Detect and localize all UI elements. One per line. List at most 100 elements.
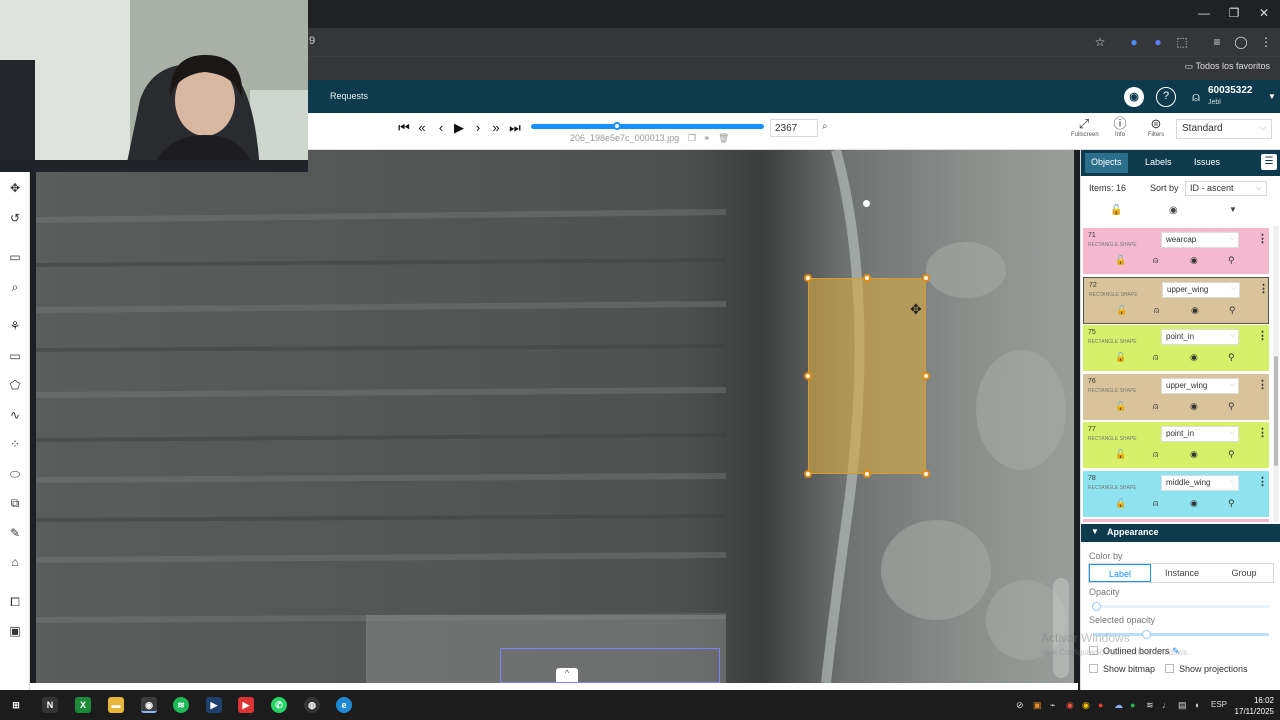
user-id[interactable]: 60035322 — [1208, 85, 1253, 96]
network-icon[interactable]: ▤ — [1178, 700, 1187, 711]
tray-icon[interactable]: ◉ — [1082, 700, 1090, 711]
fast-forward-icon[interactable]: » — [488, 119, 504, 137]
lock-icon[interactable]: 🔓 — [1115, 401, 1126, 412]
opacity-slider[interactable] — [1093, 605, 1269, 608]
eye-icon[interactable]: ◉ — [1191, 305, 1199, 316]
lock-all-icon[interactable]: 🔓 — [1110, 205, 1122, 216]
object-item[interactable]: 71 RECTANGLE SHAPE wearcap ⌵ ⋮ 🔓 ⍝ ◉ ⚲ — [1083, 228, 1269, 275]
eye-icon[interactable]: ◉ — [1190, 498, 1198, 509]
pin-icon[interactable]: ⚲ — [1228, 352, 1235, 363]
eye-icon[interactable]: ◉ — [1190, 401, 1198, 412]
tab-objects[interactable]: Objects — [1085, 153, 1128, 173]
spotify-icon[interactable]: ≋ — [173, 697, 189, 713]
eye-icon[interactable]: ◉ — [1190, 255, 1198, 266]
annotation-canvas[interactable]: ✥ ^ — [36, 150, 1074, 683]
tray-icon[interactable]: ☁ — [1114, 700, 1123, 711]
rotation-handle[interactable] — [863, 200, 870, 207]
cursor-move-icon[interactable]: ✥ — [5, 179, 25, 197]
media-icon[interactable]: ≡ — [1209, 34, 1225, 50]
profile-icon[interactable]: ◯ — [1233, 34, 1249, 50]
zoom-region-icon[interactable]: ⌕ — [5, 278, 25, 296]
object-item[interactable]: 76 RECTANGLE SHAPE upper_wing ⌵ ⋮ 🔓 ⍝ ◉ ⚲ — [1083, 373, 1269, 421]
points-icon[interactable]: ⁘ — [5, 435, 25, 453]
object-item[interactable]: 77 RECTANGLE SHAPE point_in ⌵ ⋮ 🔓 ⍝ ◉ ⚲ — [1083, 422, 1269, 469]
pin-icon[interactable]: ⚲ — [1228, 498, 1235, 509]
filters-button[interactable]: ⊜ Filters — [1143, 116, 1169, 138]
rectangle-icon[interactable]: ▭ — [5, 347, 25, 365]
polygon-icon[interactable]: ⬠ — [5, 376, 25, 394]
search-icon[interactable]: ⌕ — [822, 121, 828, 132]
selected-opacity-slider-handle[interactable] — [1142, 630, 1151, 639]
windows-start-icon[interactable]: ⊞ — [8, 697, 24, 713]
video-app-icon[interactable]: ▶ — [238, 697, 254, 713]
wifi-icon[interactable]: ≋ — [1146, 700, 1154, 711]
show-projections-checkbox[interactable]: Show projections — [1165, 664, 1248, 674]
puzzle-icon[interactable]: ⬚ — [1174, 34, 1190, 50]
pin-icon[interactable]: ⚲ — [1228, 449, 1235, 460]
object-label-select[interactable]: point_in ⌵ — [1161, 426, 1239, 442]
play-icon[interactable]: ▶ — [451, 119, 467, 137]
user-icon[interactable]: ⍝ — [1154, 305, 1159, 316]
object-item[interactable]: 72 RECTANGLE SHAPE upper_wing ⌵ ⋮ 🔓 ⍝ ◉ ⚲ — [1083, 276, 1269, 324]
fast-back-icon[interactable]: « — [414, 119, 430, 137]
lock-icon[interactable]: 🔓 — [1115, 498, 1126, 509]
selected-bounding-box[interactable] — [808, 278, 926, 474]
menu-icon[interactable]: ⋮ — [1258, 34, 1274, 50]
frame-number-input[interactable] — [770, 119, 818, 137]
delete-icon[interactable]: 🗑 — [718, 133, 729, 144]
tray-icon[interactable]: ● — [1098, 700, 1103, 710]
tray-icon[interactable]: ⊘ — [1016, 700, 1024, 711]
cuboid-icon[interactable]: ⧉ — [5, 494, 25, 512]
user-icon[interactable]: ⍝ — [1153, 401, 1158, 412]
eye-icon[interactable]: ◉ — [1190, 352, 1198, 363]
first-frame-icon[interactable]: ⏮ — [396, 119, 412, 137]
more-options-icon[interactable]: ⋮ — [1257, 378, 1268, 391]
opacity-slider-handle[interactable] — [1092, 602, 1101, 611]
tab-labels[interactable]: Labels — [1145, 157, 1172, 167]
taskbar-clock[interactable]: 16:02 17/11/2025 — [1232, 695, 1274, 717]
resize-handle[interactable] — [863, 470, 871, 478]
prev-frame-icon[interactable]: ‹ — [433, 119, 449, 137]
extension-icon[interactable]: ● — [1150, 34, 1166, 50]
extension-icon[interactable]: ● — [1126, 34, 1142, 50]
obs-icon[interactable]: ◍ — [304, 697, 320, 713]
user-icon[interactable]: ⍝ — [1186, 87, 1206, 107]
lock-icon[interactable]: 🔓 — [1115, 449, 1126, 460]
frame-slider[interactable] — [531, 124, 764, 129]
color-by-instance-option[interactable]: Instance — [1151, 564, 1213, 582]
color-by-label-option[interactable]: Label — [1089, 564, 1151, 582]
object-label-select[interactable]: upper_wing ⌵ — [1162, 281, 1240, 298]
pin-icon[interactable]: ⚲ — [1228, 401, 1235, 412]
lock-icon[interactable]: 🔓 — [1115, 255, 1126, 266]
show-bitmap-checkbox[interactable]: Show bitmap — [1089, 664, 1155, 674]
info-button[interactable]: ⓘ Info — [1107, 116, 1133, 138]
volume-icon[interactable]: ◖ — [1194, 700, 1199, 710]
next-frame-icon[interactable]: › — [470, 119, 486, 137]
more-options-icon[interactable]: ⋮ — [1258, 282, 1269, 295]
ellipse-icon[interactable]: ⬭ — [5, 465, 25, 483]
minimize-icon[interactable]: — — [1194, 6, 1214, 20]
microphone-icon[interactable]: ♩ — [1162, 700, 1171, 710]
tab-issues[interactable]: Issues — [1194, 157, 1220, 167]
fullscreen-button[interactable]: ⤢ Fullscreen — [1071, 116, 1099, 138]
pin-icon[interactable]: ⚲ — [1229, 305, 1236, 316]
last-frame-icon[interactable]: ⏭ — [507, 119, 523, 137]
language-indicator[interactable]: ESP — [1211, 700, 1227, 709]
appearance-header[interactable]: ▼ Appearance — [1081, 524, 1280, 542]
resize-handle[interactable] — [863, 274, 871, 282]
chevron-up-icon[interactable]: ^ — [556, 668, 578, 682]
tray-icon[interactable]: ▣ — [1033, 700, 1042, 711]
chrome-icon[interactable]: ◉ — [141, 697, 157, 713]
chevron-down-icon[interactable]: ▼ — [1262, 87, 1280, 107]
resize-handle[interactable] — [804, 274, 812, 282]
tray-icon[interactable]: ◉ — [1066, 700, 1074, 711]
expand-all-icon[interactable]: ▼ — [1229, 205, 1237, 214]
object-item[interactable]: 75 RECTANGLE SHAPE point_in ⌵ ⋮ 🔓 ⍝ ◉ ⚲ — [1083, 325, 1269, 372]
object-label-select[interactable]: middle_wing ⌵ — [1161, 474, 1239, 491]
magic-wand-icon[interactable]: ⚘ — [5, 317, 25, 335]
notion-icon[interactable]: N — [42, 697, 58, 713]
scrollbar-thumb[interactable] — [1274, 356, 1278, 466]
polyline-icon[interactable]: ∿ — [5, 406, 25, 424]
app-icon[interactable]: ▶ — [206, 697, 222, 713]
resize-handle[interactable] — [922, 470, 930, 478]
